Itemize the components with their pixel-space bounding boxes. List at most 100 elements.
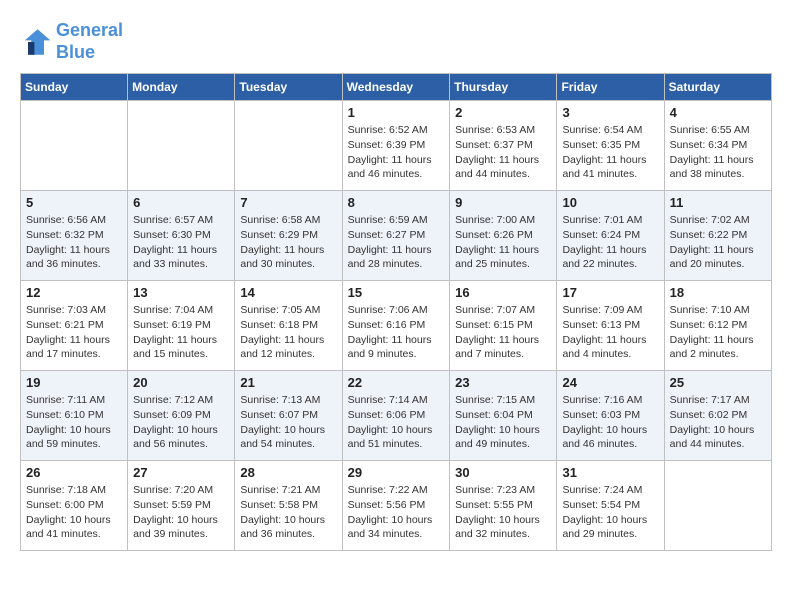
day-number: 12 [26,285,122,300]
calendar-cell: 27 Sunrise: 7:20 AM Sunset: 5:59 PM Dayli… [128,461,235,551]
day-number: 22 [348,375,445,390]
day-number: 11 [670,195,766,210]
day-info: Sunrise: 7:15 AM Sunset: 6:04 PM Dayligh… [455,393,551,452]
day-info: Sunrise: 6:55 AM Sunset: 6:34 PM Dayligh… [670,123,766,182]
calendar-cell [128,101,235,191]
page-header: General Blue [20,20,772,63]
day-info: Sunrise: 7:06 AM Sunset: 6:16 PM Dayligh… [348,303,445,362]
day-info: Sunrise: 7:20 AM Sunset: 5:59 PM Dayligh… [133,483,229,542]
calendar-cell: 25 Sunrise: 7:17 AM Sunset: 6:02 PM Dayli… [664,371,771,461]
day-number: 2 [455,105,551,120]
day-number: 24 [562,375,658,390]
day-info: Sunrise: 7:07 AM Sunset: 6:15 PM Dayligh… [455,303,551,362]
day-number: 9 [455,195,551,210]
calendar-week-row: 12 Sunrise: 7:03 AM Sunset: 6:21 PM Dayli… [21,281,772,371]
day-info: Sunrise: 7:21 AM Sunset: 5:58 PM Dayligh… [240,483,336,542]
day-number: 16 [455,285,551,300]
day-number: 19 [26,375,122,390]
day-info: Sunrise: 6:59 AM Sunset: 6:27 PM Dayligh… [348,213,445,272]
calendar-cell: 26Sunrise: 7:18 AM Sunset: 6:00 PM Dayli… [21,461,128,551]
day-number: 15 [348,285,445,300]
weekday-header: Sunday [21,74,128,101]
day-number: 3 [562,105,658,120]
calendar-week-row: 5 Sunrise: 6:56 AM Sunset: 6:32 PM Daylig… [21,191,772,281]
calendar-cell: 28 Sunrise: 7:21 AM Sunset: 5:58 PM Dayli… [235,461,342,551]
day-number: 6 [133,195,229,210]
day-info: Sunrise: 7:04 AM Sunset: 6:19 PM Dayligh… [133,303,229,362]
day-info: Sunrise: 6:53 AM Sunset: 6:37 PM Dayligh… [455,123,551,182]
calendar-header-row: SundayMondayTuesdayWednesdayThursdayFrid… [21,74,772,101]
calendar-cell: 5 Sunrise: 6:56 AM Sunset: 6:32 PM Daylig… [21,191,128,281]
calendar-cell: 31 Sunrise: 7:24 AM Sunset: 5:54 PM Dayli… [557,461,664,551]
day-number: 21 [240,375,336,390]
day-info: Sunrise: 6:58 AM Sunset: 6:29 PM Dayligh… [240,213,336,272]
logo-text: General Blue [56,20,123,63]
day-info: Sunrise: 7:14 AM Sunset: 6:06 PM Dayligh… [348,393,445,452]
weekday-header: Thursday [450,74,557,101]
calendar-cell: 1 Sunrise: 6:52 AM Sunset: 6:39 PM Daylig… [342,101,450,191]
day-info: Sunrise: 6:57 AM Sunset: 6:30 PM Dayligh… [133,213,229,272]
calendar-cell: 30Sunrise: 7:23 AM Sunset: 5:55 PM Dayli… [450,461,557,551]
calendar-table: SundayMondayTuesdayWednesdayThursdayFrid… [20,73,772,551]
day-info: Sunrise: 7:17 AM Sunset: 6:02 PM Dayligh… [670,393,766,452]
day-info: Sunrise: 7:24 AM Sunset: 5:54 PM Dayligh… [562,483,658,542]
day-info: Sunrise: 7:01 AM Sunset: 6:24 PM Dayligh… [562,213,658,272]
calendar-cell: 18Sunrise: 7:10 AM Sunset: 6:12 PM Dayli… [664,281,771,371]
calendar-cell: 3 Sunrise: 6:54 AM Sunset: 6:35 PM Daylig… [557,101,664,191]
day-number: 30 [455,465,551,480]
day-info: Sunrise: 6:54 AM Sunset: 6:35 PM Dayligh… [562,123,658,182]
day-number: 23 [455,375,551,390]
day-number: 13 [133,285,229,300]
weekday-header: Saturday [664,74,771,101]
calendar-cell: 10 Sunrise: 7:01 AM Sunset: 6:24 PM Dayli… [557,191,664,281]
day-number: 10 [562,195,658,210]
day-info: Sunrise: 6:56 AM Sunset: 6:32 PM Dayligh… [26,213,122,272]
calendar-cell: 8Sunrise: 6:59 AM Sunset: 6:27 PM Daylig… [342,191,450,281]
calendar-cell: 12 Sunrise: 7:03 AM Sunset: 6:21 PM Dayli… [21,281,128,371]
calendar-cell: 21 Sunrise: 7:13 AM Sunset: 6:07 PM Dayli… [235,371,342,461]
calendar-cell: 19 Sunrise: 7:11 AM Sunset: 6:10 PM Dayli… [21,371,128,461]
logo-icon [20,26,52,58]
calendar-cell: 16 Sunrise: 7:07 AM Sunset: 6:15 PM Dayli… [450,281,557,371]
weekday-header: Wednesday [342,74,450,101]
weekday-header: Tuesday [235,74,342,101]
calendar-cell: 9 Sunrise: 7:00 AM Sunset: 6:26 PM Daylig… [450,191,557,281]
day-number: 25 [670,375,766,390]
day-info: Sunrise: 7:12 AM Sunset: 6:09 PM Dayligh… [133,393,229,452]
calendar-week-row: 19 Sunrise: 7:11 AM Sunset: 6:10 PM Dayli… [21,371,772,461]
calendar-cell [664,461,771,551]
day-number: 14 [240,285,336,300]
day-number: 1 [348,105,445,120]
calendar-cell: 13 Sunrise: 7:04 AM Sunset: 6:19 PM Dayli… [128,281,235,371]
day-info: Sunrise: 6:52 AM Sunset: 6:39 PM Dayligh… [348,123,445,182]
logo: General Blue [20,20,123,63]
day-info: Sunrise: 7:18 AM Sunset: 6:00 PM Dayligh… [26,483,122,542]
calendar-cell: 20 Sunrise: 7:12 AM Sunset: 6:09 PM Dayli… [128,371,235,461]
weekday-header: Friday [557,74,664,101]
day-number: 28 [240,465,336,480]
calendar-cell: 7 Sunrise: 6:58 AM Sunset: 6:29 PM Daylig… [235,191,342,281]
calendar-cell: 4Sunrise: 6:55 AM Sunset: 6:34 PM Daylig… [664,101,771,191]
day-info: Sunrise: 7:00 AM Sunset: 6:26 PM Dayligh… [455,213,551,272]
calendar-cell: 22 Sunrise: 7:14 AM Sunset: 6:06 PM Dayli… [342,371,450,461]
day-number: 27 [133,465,229,480]
day-info: Sunrise: 7:13 AM Sunset: 6:07 PM Dayligh… [240,393,336,452]
day-info: Sunrise: 7:22 AM Sunset: 5:56 PM Dayligh… [348,483,445,542]
day-number: 7 [240,195,336,210]
calendar-cell: 14Sunrise: 7:05 AM Sunset: 6:18 PM Dayli… [235,281,342,371]
calendar-cell: 11 Sunrise: 7:02 AM Sunset: 6:22 PM Dayli… [664,191,771,281]
calendar-cell: 23 Sunrise: 7:15 AM Sunset: 6:04 PM Dayli… [450,371,557,461]
day-info: Sunrise: 7:09 AM Sunset: 6:13 PM Dayligh… [562,303,658,362]
day-info: Sunrise: 7:02 AM Sunset: 6:22 PM Dayligh… [670,213,766,272]
day-number: 5 [26,195,122,210]
day-number: 31 [562,465,658,480]
day-number: 20 [133,375,229,390]
calendar-cell: 6 Sunrise: 6:57 AM Sunset: 6:30 PM Daylig… [128,191,235,281]
calendar-cell: 17Sunrise: 7:09 AM Sunset: 6:13 PM Dayli… [557,281,664,371]
calendar-week-row: 1 Sunrise: 6:52 AM Sunset: 6:39 PM Daylig… [21,101,772,191]
weekday-header: Monday [128,74,235,101]
calendar-cell [21,101,128,191]
day-info: Sunrise: 7:03 AM Sunset: 6:21 PM Dayligh… [26,303,122,362]
calendar-cell: 15 Sunrise: 7:06 AM Sunset: 6:16 PM Dayli… [342,281,450,371]
day-info: Sunrise: 7:11 AM Sunset: 6:10 PM Dayligh… [26,393,122,452]
